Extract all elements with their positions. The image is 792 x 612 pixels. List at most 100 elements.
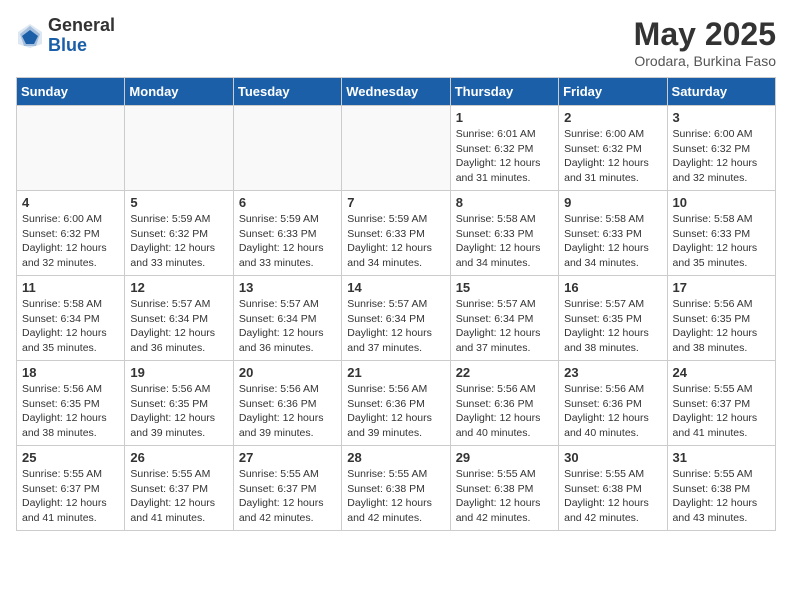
logo-general: General <box>48 16 115 36</box>
day-info: Sunrise: 5:57 AM Sunset: 6:34 PM Dayligh… <box>347 297 444 356</box>
day-info: Sunrise: 5:56 AM Sunset: 6:35 PM Dayligh… <box>673 297 770 356</box>
day-info: Sunrise: 5:58 AM Sunset: 6:33 PM Dayligh… <box>673 212 770 271</box>
calendar-cell <box>233 106 341 191</box>
week-row-5: 25 Sunrise: 5:55 AM Sunset: 6:37 PM Dayli… <box>17 446 776 531</box>
calendar-cell: 2Sunrise: 6:00 AM Sunset: 6:32 PM Daylig… <box>559 106 667 191</box>
week-row-2: 4 Sunrise: 6:00 AM Sunset: 6:32 PM Daylig… <box>17 191 776 276</box>
title-area: May 2025 Orodara, Burkina Faso <box>634 16 776 69</box>
calendar-cell: 13 Sunrise: 5:57 AM Sunset: 6:34 PM Dayli… <box>233 276 341 361</box>
day-info: Sunrise: 6:00 AM Sunset: 6:32 PM Dayligh… <box>22 212 119 271</box>
calendar-cell: 6Sunrise: 5:59 AM Sunset: 6:33 PM Daylig… <box>233 191 341 276</box>
day-number: 6 <box>239 195 336 210</box>
day-number: 13 <box>239 280 336 295</box>
day-number: 12 <box>130 280 227 295</box>
calendar-cell: 12 Sunrise: 5:57 AM Sunset: 6:34 PM Dayli… <box>125 276 233 361</box>
day-number: 4 <box>22 195 119 210</box>
logo-blue: Blue <box>48 36 115 56</box>
day-info: Sunrise: 5:55 AM Sunset: 6:38 PM Dayligh… <box>673 467 770 526</box>
day-info: Sunrise: 5:55 AM Sunset: 6:37 PM Dayligh… <box>130 467 227 526</box>
day-header-saturday: Saturday <box>667 78 775 106</box>
day-number: 27 <box>239 450 336 465</box>
day-info: Sunrise: 5:55 AM Sunset: 6:37 PM Dayligh… <box>239 467 336 526</box>
day-number: 17 <box>673 280 770 295</box>
day-number: 1 <box>456 110 553 125</box>
day-number: 3 <box>673 110 770 125</box>
day-info: Sunrise: 5:56 AM Sunset: 6:36 PM Dayligh… <box>347 382 444 441</box>
calendar-cell: 15Sunrise: 5:57 AM Sunset: 6:34 PM Dayli… <box>450 276 558 361</box>
calendar-cell: 21Sunrise: 5:56 AM Sunset: 6:36 PM Dayli… <box>342 361 450 446</box>
day-number: 16 <box>564 280 661 295</box>
calendar-cell: 22 Sunrise: 5:56 AM Sunset: 6:36 PM Dayli… <box>450 361 558 446</box>
calendar-cell: 27 Sunrise: 5:55 AM Sunset: 6:37 PM Dayli… <box>233 446 341 531</box>
day-info: Sunrise: 5:57 AM Sunset: 6:35 PM Dayligh… <box>564 297 661 356</box>
day-info: Sunrise: 5:58 AM Sunset: 6:33 PM Dayligh… <box>564 212 661 271</box>
calendar-cell: 24Sunrise: 5:55 AM Sunset: 6:37 PM Dayli… <box>667 361 775 446</box>
day-info: Sunrise: 5:55 AM Sunset: 6:38 PM Dayligh… <box>564 467 661 526</box>
day-header-wednesday: Wednesday <box>342 78 450 106</box>
calendar-cell: 4 Sunrise: 6:00 AM Sunset: 6:32 PM Daylig… <box>17 191 125 276</box>
day-info: Sunrise: 5:55 AM Sunset: 6:37 PM Dayligh… <box>22 467 119 526</box>
week-row-1: 1 Sunrise: 6:01 AM Sunset: 6:32 PM Daylig… <box>17 106 776 191</box>
day-number: 14 <box>347 280 444 295</box>
day-info: Sunrise: 5:55 AM Sunset: 6:37 PM Dayligh… <box>673 382 770 441</box>
day-number: 23 <box>564 365 661 380</box>
calendar-cell: 7 Sunrise: 5:59 AM Sunset: 6:33 PM Daylig… <box>342 191 450 276</box>
month-title: May 2025 <box>634 16 776 53</box>
location-subtitle: Orodara, Burkina Faso <box>634 53 776 69</box>
day-info: Sunrise: 5:58 AM Sunset: 6:34 PM Dayligh… <box>22 297 119 356</box>
day-header-monday: Monday <box>125 78 233 106</box>
calendar-cell: 1 Sunrise: 6:01 AM Sunset: 6:32 PM Daylig… <box>450 106 558 191</box>
day-number: 28 <box>347 450 444 465</box>
calendar-cell: 9Sunrise: 5:58 AM Sunset: 6:33 PM Daylig… <box>559 191 667 276</box>
calendar-cell: 18 Sunrise: 5:56 AM Sunset: 6:35 PM Dayli… <box>17 361 125 446</box>
calendar-cell: 10 Sunrise: 5:58 AM Sunset: 6:33 PM Dayli… <box>667 191 775 276</box>
day-info: Sunrise: 5:56 AM Sunset: 6:36 PM Dayligh… <box>456 382 553 441</box>
day-number: 31 <box>673 450 770 465</box>
day-number: 7 <box>347 195 444 210</box>
day-number: 30 <box>564 450 661 465</box>
calendar-cell: 14 Sunrise: 5:57 AM Sunset: 6:34 PM Dayli… <box>342 276 450 361</box>
calendar-cell: 20Sunrise: 5:56 AM Sunset: 6:36 PM Dayli… <box>233 361 341 446</box>
page-header: General Blue May 2025 Orodara, Burkina F… <box>16 16 776 69</box>
week-row-4: 18 Sunrise: 5:56 AM Sunset: 6:35 PM Dayli… <box>17 361 776 446</box>
day-info: Sunrise: 6:01 AM Sunset: 6:32 PM Dayligh… <box>456 127 553 186</box>
calendar-cell: 29 Sunrise: 5:55 AM Sunset: 6:38 PM Dayli… <box>450 446 558 531</box>
day-header-sunday: Sunday <box>17 78 125 106</box>
calendar-cell <box>17 106 125 191</box>
calendar-cell: 30 Sunrise: 5:55 AM Sunset: 6:38 PM Dayli… <box>559 446 667 531</box>
calendar-cell: 16 Sunrise: 5:57 AM Sunset: 6:35 PM Dayli… <box>559 276 667 361</box>
day-number: 10 <box>673 195 770 210</box>
day-number: 26 <box>130 450 227 465</box>
day-number: 25 <box>22 450 119 465</box>
day-info: Sunrise: 5:56 AM Sunset: 6:36 PM Dayligh… <box>564 382 661 441</box>
day-info: Sunrise: 6:00 AM Sunset: 6:32 PM Dayligh… <box>564 127 661 186</box>
day-info: Sunrise: 5:59 AM Sunset: 6:32 PM Dayligh… <box>130 212 227 271</box>
calendar-cell: 31 Sunrise: 5:55 AM Sunset: 6:38 PM Dayli… <box>667 446 775 531</box>
calendar-cell: 8Sunrise: 5:58 AM Sunset: 6:33 PM Daylig… <box>450 191 558 276</box>
calendar-table: SundayMondayTuesdayWednesdayThursdayFrid… <box>16 77 776 531</box>
calendar-cell: 23 Sunrise: 5:56 AM Sunset: 6:36 PM Dayli… <box>559 361 667 446</box>
day-info: Sunrise: 5:57 AM Sunset: 6:34 PM Dayligh… <box>130 297 227 356</box>
week-row-3: 11 Sunrise: 5:58 AM Sunset: 6:34 PM Dayli… <box>17 276 776 361</box>
day-info: Sunrise: 5:55 AM Sunset: 6:38 PM Dayligh… <box>347 467 444 526</box>
day-info: Sunrise: 5:56 AM Sunset: 6:35 PM Dayligh… <box>22 382 119 441</box>
calendar-cell: 19Sunrise: 5:56 AM Sunset: 6:35 PM Dayli… <box>125 361 233 446</box>
day-number: 5 <box>130 195 227 210</box>
day-info: Sunrise: 6:00 AM Sunset: 6:32 PM Dayligh… <box>673 127 770 186</box>
day-header-friday: Friday <box>559 78 667 106</box>
day-number: 29 <box>456 450 553 465</box>
day-info: Sunrise: 5:57 AM Sunset: 6:34 PM Dayligh… <box>239 297 336 356</box>
day-number: 11 <box>22 280 119 295</box>
day-info: Sunrise: 5:59 AM Sunset: 6:33 PM Dayligh… <box>347 212 444 271</box>
calendar-cell: 26 Sunrise: 5:55 AM Sunset: 6:37 PM Dayli… <box>125 446 233 531</box>
day-number: 22 <box>456 365 553 380</box>
day-header-tuesday: Tuesday <box>233 78 341 106</box>
day-number: 15 <box>456 280 553 295</box>
day-info: Sunrise: 5:55 AM Sunset: 6:38 PM Dayligh… <box>456 467 553 526</box>
calendar-cell: 11 Sunrise: 5:58 AM Sunset: 6:34 PM Dayli… <box>17 276 125 361</box>
calendar-cell: 25 Sunrise: 5:55 AM Sunset: 6:37 PM Dayli… <box>17 446 125 531</box>
day-info: Sunrise: 5:56 AM Sunset: 6:35 PM Dayligh… <box>130 382 227 441</box>
day-number: 18 <box>22 365 119 380</box>
calendar-cell <box>125 106 233 191</box>
day-header-thursday: Thursday <box>450 78 558 106</box>
